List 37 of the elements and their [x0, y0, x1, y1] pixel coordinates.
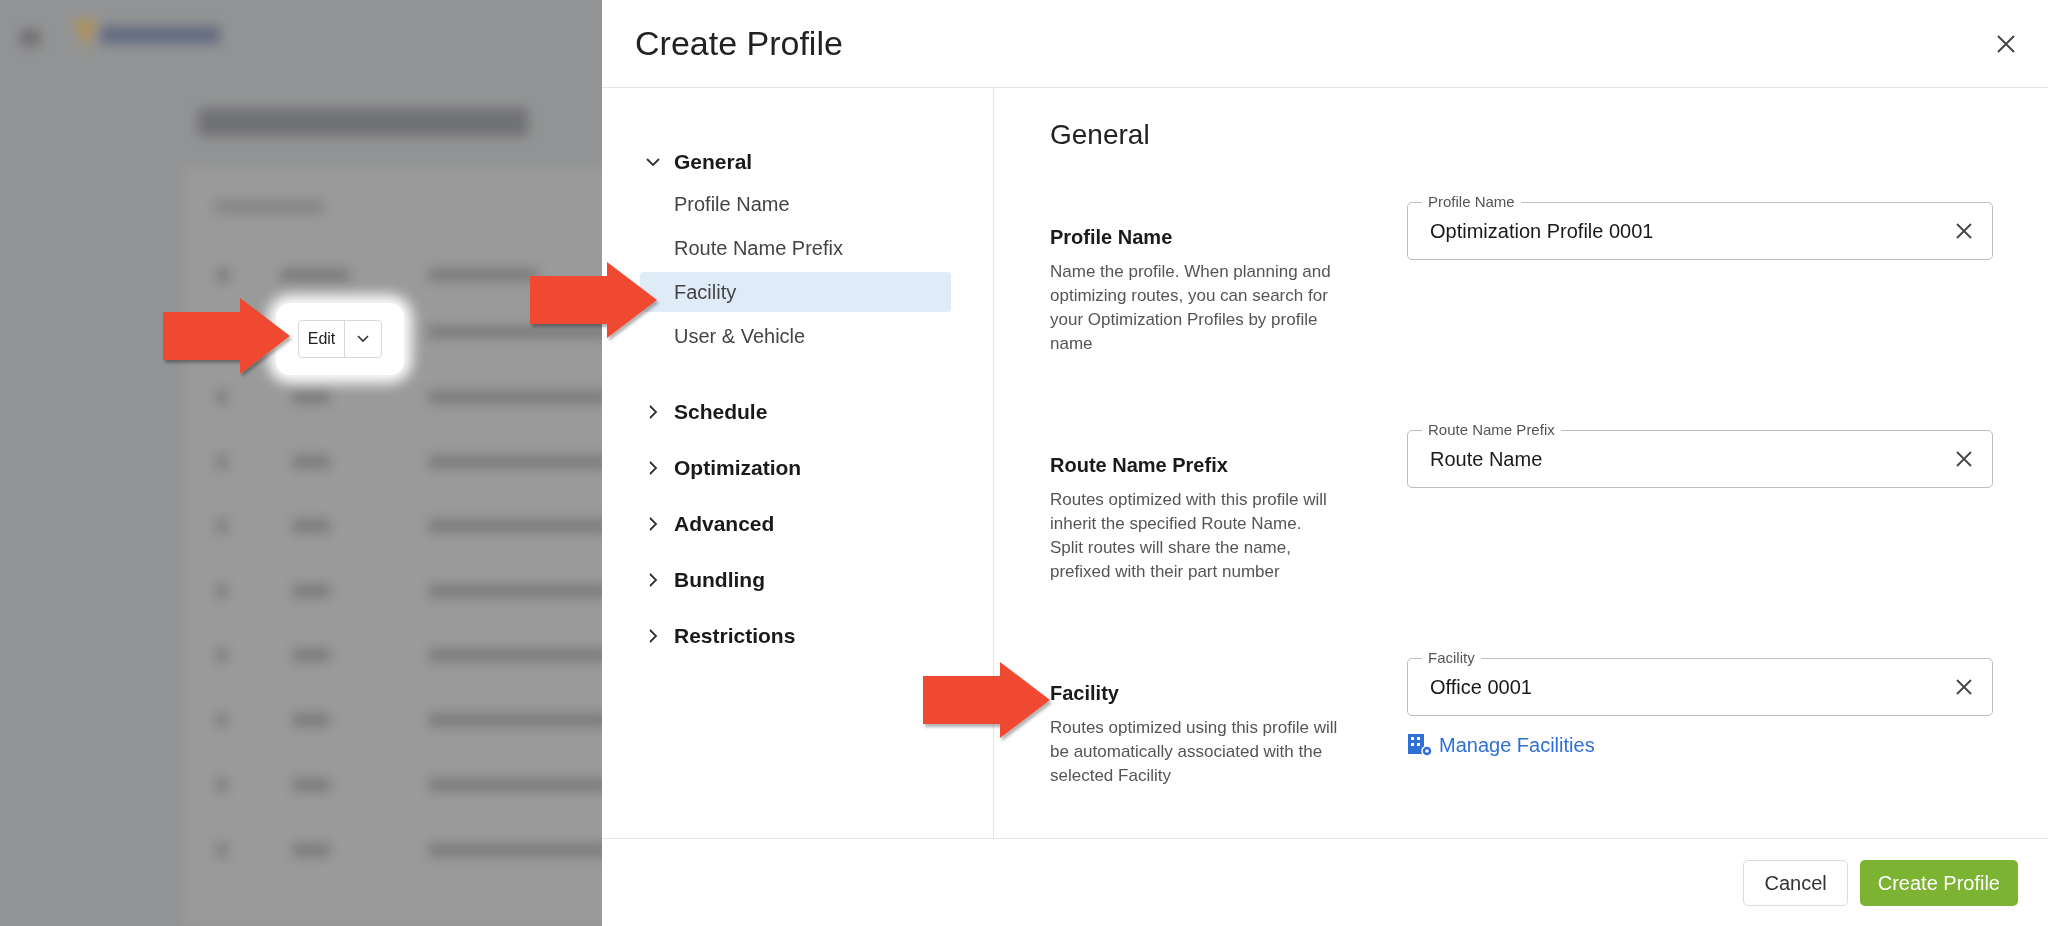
section-title: General — [1050, 118, 1151, 152]
nav-group[interactable]: Optimization — [640, 454, 951, 482]
cancel-button[interactable]: Cancel — [1743, 859, 1848, 906]
edit-split-button[interactable]: Edit — [297, 320, 383, 358]
close-icon — [1956, 451, 1972, 467]
building-gear-icon — [1407, 733, 1433, 757]
chevron-right-icon — [648, 405, 658, 419]
field-title: Facility — [1050, 681, 1120, 706]
chevron-right-icon — [648, 629, 658, 643]
nav-item[interactable]: Route Name Prefix — [640, 228, 951, 268]
field-value: Route Name — [1430, 447, 1544, 472]
close-icon — [1997, 34, 2015, 53]
nav-item[interactable]: Facility — [640, 272, 951, 312]
chevron-right-icon — [648, 517, 658, 531]
nav-group[interactable]: Advanced — [640, 510, 951, 538]
field-description: Routes optimized using this profile will be automatically associated with the selected Facility — [1050, 717, 1338, 787]
field-title: Profile Name — [1050, 225, 1174, 250]
field-description: Name the profile. When planning and optimizing routes, you can search for your Optimization Profiles by profile name — [1050, 261, 1332, 355]
manage-facilities-link[interactable]: Manage Facilities — [1407, 730, 1595, 760]
nav-item[interactable]: User & Vehicle — [640, 316, 951, 356]
close-icon — [1956, 223, 1972, 239]
chevron-down-icon — [646, 157, 660, 167]
nav-group[interactable]: Restrictions — [640, 622, 951, 650]
field-value: Optimization Profile 0001 — [1430, 219, 1655, 244]
nav-group[interactable]: General — [640, 148, 951, 176]
nav-group[interactable]: Bundling — [640, 566, 951, 594]
field-title: Route Name Prefix — [1050, 453, 1229, 478]
chevron-right-icon — [648, 461, 658, 475]
field-description: Routes optimized with this profile will inherit the specified Route Name. Split routes will share the name, prefixed with their part number — [1050, 489, 1328, 583]
close-icon — [1956, 679, 1972, 695]
dialog-title: Create Profile — [635, 23, 843, 64]
chevron-right-icon — [648, 573, 658, 587]
chevron-down-icon — [357, 335, 370, 343]
nav-group[interactable]: Schedule — [640, 398, 951, 426]
field-value: Office 0001 — [1430, 675, 1533, 700]
nav-item[interactable]: Profile Name — [640, 184, 951, 224]
edit-button[interactable]: Edit — [298, 321, 345, 357]
